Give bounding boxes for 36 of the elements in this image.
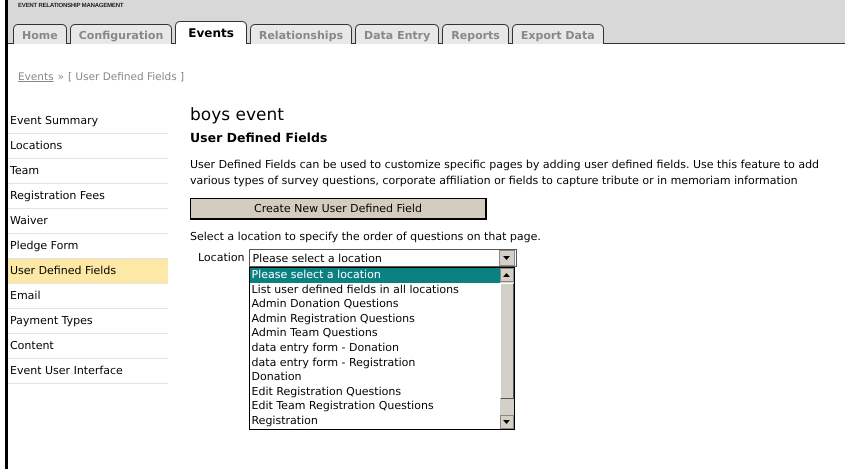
sidebar-item[interactable]: Registration Fees (8, 184, 168, 209)
instruction-text: Select a location to specify the order of questions on that page. (190, 230, 542, 243)
location-label: Location (198, 250, 245, 266)
breadcrumb-link[interactable]: Events (18, 71, 54, 83)
event-name: boys event (190, 105, 285, 125)
scrollbar[interactable] (500, 268, 514, 429)
location-select[interactable]: Please select a location (248, 249, 517, 267)
sidebar-item[interactable]: Payment Types (8, 309, 168, 334)
scroll-down-icon[interactable] (500, 414, 514, 429)
nav-tab[interactable]: Events (175, 21, 247, 44)
dropdown-option[interactable]: Admin Registration Questions (250, 312, 500, 326)
sidebar-item[interactable]: Email (8, 284, 168, 309)
sidebar-item[interactable]: Event User Interface (8, 359, 168, 384)
scrollbar-thumb[interactable] (500, 283, 514, 399)
scroll-up-icon[interactable] (500, 268, 514, 282)
create-field-button[interactable]: Create New User Defined Field (190, 198, 487, 220)
sidebar-item[interactable]: Locations (8, 134, 168, 159)
sidebar-item[interactable]: Waiver (8, 209, 168, 234)
breadcrumb-separator: » (58, 71, 64, 83)
dropdown-option[interactable]: Admin Donation Questions (250, 297, 500, 312)
breadcrumb-current: [ User Defined Fields ] (68, 71, 184, 83)
dropdown-option[interactable]: Edit Team Registration Questions (250, 399, 500, 414)
sidebar-item[interactable]: Team (8, 159, 168, 184)
sidebar-item[interactable]: User Defined Fields (8, 259, 168, 284)
dropdown-option[interactable]: data entry form - Donation (250, 340, 500, 356)
dropdown-option[interactable]: Please select a location (250, 268, 500, 283)
dropdown-option[interactable]: Admin Team Questions (250, 326, 500, 341)
description-text: User Defined Fields can be used to customize specific pages by adding user defined fields. Use this feature to add various types of survey questions, corporate affiliation or fields to capture tribute or in memoriam information (190, 157, 820, 189)
dropdown-option[interactable]: Edit Registration Questions (250, 384, 500, 400)
sidebar-item[interactable]: Content (8, 334, 168, 359)
sidebar-item[interactable]: Event Summary (8, 109, 168, 134)
section-heading: User Defined Fields (190, 130, 328, 145)
dropdown-option[interactable]: data entry form - Registration (250, 356, 500, 370)
dropdown-option[interactable]: Registration (250, 414, 500, 429)
dropdown-option[interactable]: Donation (250, 370, 500, 385)
dropdown-option[interactable]: List user defined fields in all locations (250, 282, 500, 298)
